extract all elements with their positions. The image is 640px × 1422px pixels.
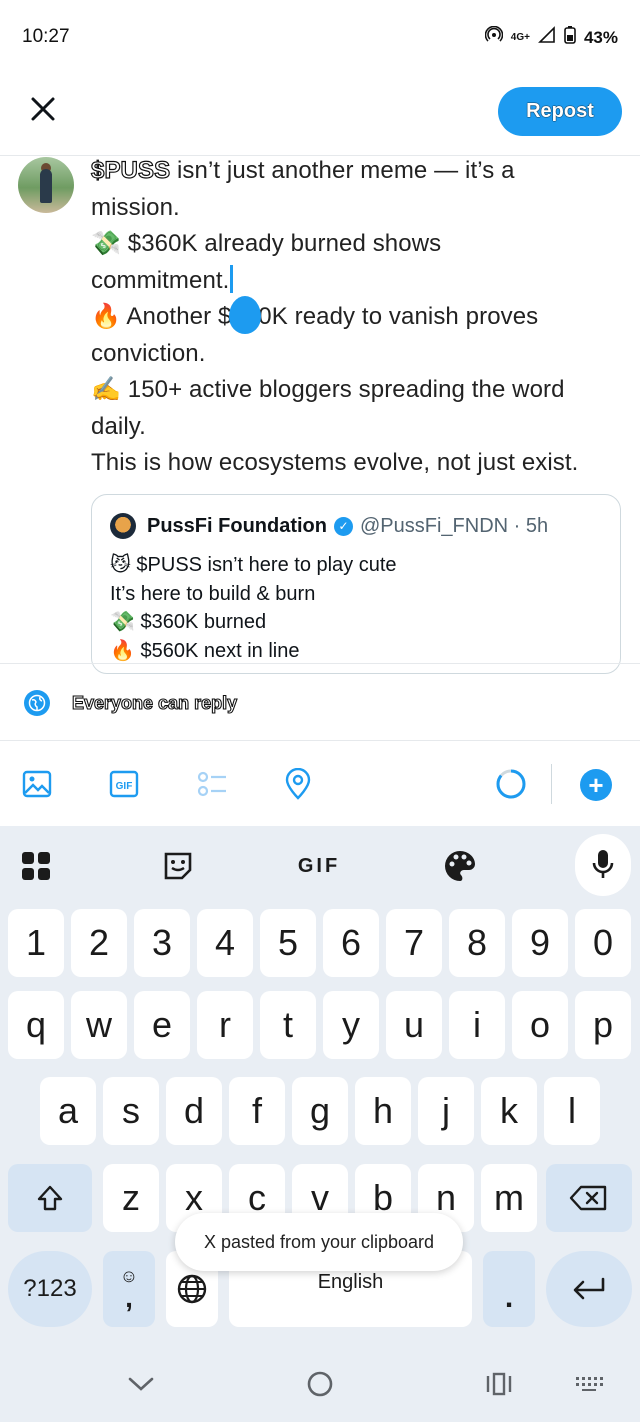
microphone-icon[interactable]	[575, 834, 631, 896]
key-u[interactable]: u	[386, 991, 442, 1059]
key-0[interactable]: 0	[575, 909, 631, 977]
tweet-line-6: conviction.	[91, 339, 206, 367]
hide-keyboard-icon[interactable]	[124, 1366, 158, 1402]
key-4[interactable]: 4	[197, 909, 253, 977]
character-count-icon	[496, 769, 526, 799]
key-8[interactable]: 8	[449, 909, 505, 977]
poll-icon	[195, 766, 229, 802]
key-g[interactable]: g	[292, 1077, 348, 1145]
key-9[interactable]: 9	[512, 909, 568, 977]
key-l[interactable]: l	[544, 1077, 600, 1145]
tweet-text-input[interactable]: $PUSS isn’t just another meme — it’s a m…	[90, 153, 621, 482]
tweet-line-8: daily.	[91, 412, 146, 440]
divider	[0, 663, 640, 664]
key-r[interactable]: r	[197, 991, 253, 1059]
tweet-line-3: 💸 $360K already burned shows	[91, 230, 442, 257]
tweet-line-9: This is how ecosystems evolve, not just …	[91, 449, 579, 476]
symbols-key[interactable]: ?123	[8, 1251, 92, 1327]
key-1[interactable]: 1	[8, 909, 64, 977]
status-bar: 10:27 4G+ 43%	[0, 0, 640, 76]
status-icons: 4G+ 43%	[484, 25, 618, 49]
emoji-comma-key[interactable]: ☺ ,	[103, 1251, 155, 1327]
key-5[interactable]: 5	[260, 909, 316, 977]
key-3[interactable]: 3	[134, 909, 190, 977]
location-icon[interactable]	[283, 766, 313, 802]
tweet-line-4: commitment.	[91, 263, 621, 300]
quoted-line-4: 🔥 $560K next in line	[110, 639, 300, 662]
key-a[interactable]: a	[40, 1077, 96, 1145]
key-2[interactable]: 2	[71, 909, 127, 977]
close-icon[interactable]	[26, 92, 60, 126]
home-icon[interactable]	[302, 1366, 338, 1402]
hotspot-icon	[484, 25, 504, 49]
key-k[interactable]: k	[481, 1077, 537, 1145]
key-s[interactable]: s	[103, 1077, 159, 1145]
quoted-author-handle: @PussFi_FNDN · 5h	[360, 514, 549, 537]
key-h[interactable]: h	[355, 1077, 411, 1145]
key-7[interactable]: 7	[386, 909, 442, 977]
enter-key[interactable]	[546, 1251, 632, 1327]
clipboard-toast: X pasted from your clipboard	[175, 1213, 463, 1271]
quoted-post[interactable]: PussFi Foundation ✓ @PussFi_FNDN · 5h 😼 …	[91, 494, 621, 674]
tweet-line-2: mission.	[91, 193, 180, 221]
key-d[interactable]: d	[166, 1077, 222, 1145]
recents-icon[interactable]	[484, 1366, 514, 1402]
backspace-key[interactable]	[546, 1164, 632, 1232]
palette-icon[interactable]	[442, 844, 478, 888]
tweet-line-1: $PUSS isn’t just another meme — it’s a	[90, 156, 515, 184]
repost-button[interactable]: Repost	[498, 87, 622, 136]
reply-setting-button[interactable]: Everyone can reply	[24, 690, 238, 716]
svg-text:GIF: GIF	[116, 781, 133, 792]
key-i[interactable]: i	[449, 991, 505, 1059]
quoted-line-1: 😼 $PUSS isn’t here to play cute	[110, 554, 397, 576]
key-p[interactable]: p	[575, 991, 631, 1059]
shift-key[interactable]	[8, 1164, 92, 1232]
reply-setting-label: Everyone can reply	[71, 692, 238, 713]
quoted-post-header: PussFi Foundation ✓ @PussFi_FNDN · 5h	[110, 513, 548, 539]
key-6[interactable]: 6	[323, 909, 379, 977]
cursor-handle[interactable]	[229, 296, 261, 334]
quoted-line-3: 💸 $360K burned	[110, 611, 267, 633]
gif-keyboard-button[interactable]: GIF	[293, 844, 345, 888]
key-z[interactable]: z	[103, 1164, 159, 1232]
status-time: 10:27	[22, 26, 70, 47]
quoted-avatar	[110, 513, 136, 539]
key-w[interactable]: w	[71, 991, 127, 1059]
network-type: 4G+	[510, 32, 530, 43]
cashtag: $PUSS	[90, 156, 171, 184]
image-icon[interactable]	[20, 766, 54, 802]
key-f[interactable]: f	[229, 1077, 285, 1145]
period-key[interactable]: .	[483, 1251, 535, 1327]
comma-label: ,	[125, 1282, 133, 1313]
signal-icon	[538, 26, 556, 49]
verified-badge-icon: ✓	[334, 516, 353, 536]
key-j[interactable]: j	[418, 1077, 474, 1145]
key-y[interactable]: y	[323, 991, 379, 1059]
battery-level: 43%	[583, 27, 618, 47]
key-e[interactable]: e	[134, 991, 190, 1059]
tweet-line-7: ✍️ 150+ active bloggers spreading the wo…	[91, 376, 565, 403]
key-m[interactable]: m	[481, 1164, 537, 1232]
key-q[interactable]: q	[8, 991, 64, 1059]
key-t[interactable]: t	[260, 991, 316, 1059]
quoted-post-body: 😼 $PUSS isn’t here to play cute It’s her…	[110, 551, 397, 665]
battery-icon	[564, 26, 576, 49]
tweet-line-5: 🔥 Another $560K ready to vanish proves	[91, 303, 539, 330]
toolbar-divider	[551, 764, 552, 804]
key-o[interactable]: o	[512, 991, 568, 1059]
keyboard-switch-icon[interactable]	[572, 1366, 606, 1402]
gif-icon[interactable]: GIF	[108, 766, 140, 802]
divider	[0, 740, 640, 741]
text-cursor	[230, 264, 234, 293]
sticker-icon[interactable]	[160, 844, 196, 888]
avatar[interactable]	[18, 157, 74, 213]
add-post-button[interactable]: +	[580, 769, 612, 801]
quoted-line-2: It’s here to build & burn	[110, 582, 316, 605]
apps-icon[interactable]	[18, 844, 54, 888]
globe-icon	[24, 690, 50, 716]
quoted-author-name: PussFi Foundation	[147, 514, 327, 537]
